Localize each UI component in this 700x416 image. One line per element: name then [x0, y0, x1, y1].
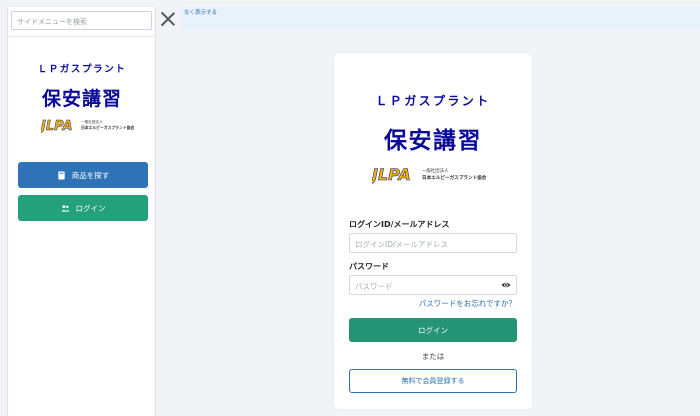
shop-button[interactable]: 商品を探す	[18, 162, 148, 188]
brand-title: ＬＰガスプラント	[375, 94, 491, 108]
password-placeholder: パスワード	[355, 282, 393, 291]
login-card: ＬＰガスプラント 保安講習 JLPA 一般社団法人 日本エルピーガスプラント協会…	[334, 53, 532, 409]
svg-text:JLPA: JLPA	[41, 119, 73, 133]
notice-text[interactable]: なく表示する	[184, 8, 217, 16]
svg-text:JLPA: JLPA	[372, 165, 411, 184]
jlpa-logo: JLPA 一般社団法人 日本エルピーガスプラント協会	[41, 119, 134, 133]
sidebar-search-input[interactable]: サイドメニューを検索	[11, 11, 152, 30]
sidebar-divider	[8, 36, 156, 37]
login-button[interactable]: ログイン	[349, 318, 517, 342]
or-divider-text: または	[421, 352, 445, 361]
sidebar-brand-title: ＬＰガスプラント	[37, 64, 127, 75]
users-icon	[60, 204, 70, 212]
forgot-password-link[interactable]: パスワードをお忘れですか？	[349, 298, 516, 309]
login-id-input[interactable]: ログインID/メールアドレス	[349, 233, 517, 253]
password-label: パスワード	[349, 262, 389, 271]
shop-button-label: 商品を探す	[71, 170, 110, 180]
close-icon[interactable]	[160, 11, 176, 27]
jlpa-logo: JLPA 一般社団法人 日本エルピーガスプラント協会	[372, 165, 487, 184]
svg-text:一般社団法人: 一般社団法人	[422, 167, 449, 174]
sidebar: サイドメニューを検索 ＬＰガスプラント 保安講習 JLPA 一般社団法人 日本エ…	[7, 7, 156, 416]
sidebar-login-label: ログイン	[75, 203, 106, 213]
sidebar-brand-subtitle: 保安講習	[41, 88, 122, 110]
login-id-label: ログインID/メールアドレス	[349, 220, 450, 229]
notice-bar: なく表示する	[180, 7, 700, 31]
sidebar-login-button[interactable]: ログイン	[18, 195, 148, 221]
password-input[interactable]: パスワード	[349, 275, 517, 295]
svg-text:日本エルピーガスプラント協会: 日本エルピーガスプラント協会	[81, 125, 134, 130]
register-button[interactable]: 無料で会員登録する	[349, 369, 517, 393]
svg-text:一般社団法人: 一般社団法人	[81, 119, 103, 124]
svg-text:日本エルピーガスプラント協会: 日本エルピーガスプラント協会	[422, 174, 487, 181]
book-icon	[58, 170, 65, 180]
brand-subtitle: 保安講習	[384, 128, 482, 154]
eye-icon[interactable]	[501, 280, 511, 290]
